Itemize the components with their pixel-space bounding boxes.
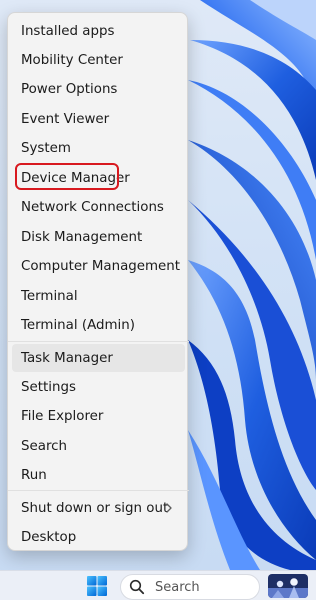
menu-item-event-viewer[interactable]: Event Viewer	[12, 105, 185, 133]
quick-link-context-menu: Installed apps Mobility Center Power Opt…	[7, 12, 189, 551]
menu-separator	[8, 490, 189, 491]
menu-item-network-connections[interactable]: Network Connections	[12, 193, 185, 221]
windows-logo-icon[interactable]	[86, 575, 108, 597]
menu-item-disk-management[interactable]: Disk Management	[12, 223, 185, 251]
menu-item-terminal-admin[interactable]: Terminal (Admin)	[12, 311, 185, 339]
menu-item-power-options[interactable]: Power Options	[12, 75, 185, 103]
magnifier-icon	[129, 579, 145, 595]
menu-item-system[interactable]: System	[12, 134, 185, 162]
menu-item-file-explorer[interactable]: File Explorer	[12, 402, 185, 430]
search-placeholder: Search	[155, 579, 200, 595]
menu-item-terminal[interactable]: Terminal	[12, 282, 185, 310]
menu-item-search[interactable]: Search	[12, 432, 185, 460]
taskbar: Search	[0, 570, 316, 600]
menu-item-label: Shut down or sign out	[21, 500, 169, 516]
menu-item-device-manager[interactable]: Device Manager	[12, 163, 185, 192]
taskbar-search-box[interactable]: Search	[120, 574, 260, 600]
menu-separator	[8, 341, 189, 342]
chevron-right-icon	[166, 503, 172, 513]
menu-item-computer-management[interactable]: Computer Management	[12, 252, 185, 280]
menu-item-settings[interactable]: Settings	[12, 373, 185, 401]
menu-item-task-manager[interactable]: Task Manager	[12, 344, 185, 372]
search-highlight-thumbnail-icon[interactable]	[268, 574, 308, 598]
menu-item-installed-apps[interactable]: Installed apps	[12, 17, 185, 45]
menu-item-desktop[interactable]: Desktop	[12, 523, 185, 551]
menu-item-run[interactable]: Run	[12, 461, 185, 489]
menu-item-shut-down-or-sign-out[interactable]: Shut down or sign out	[12, 494, 185, 522]
menu-item-mobility-center[interactable]: Mobility Center	[12, 46, 185, 74]
